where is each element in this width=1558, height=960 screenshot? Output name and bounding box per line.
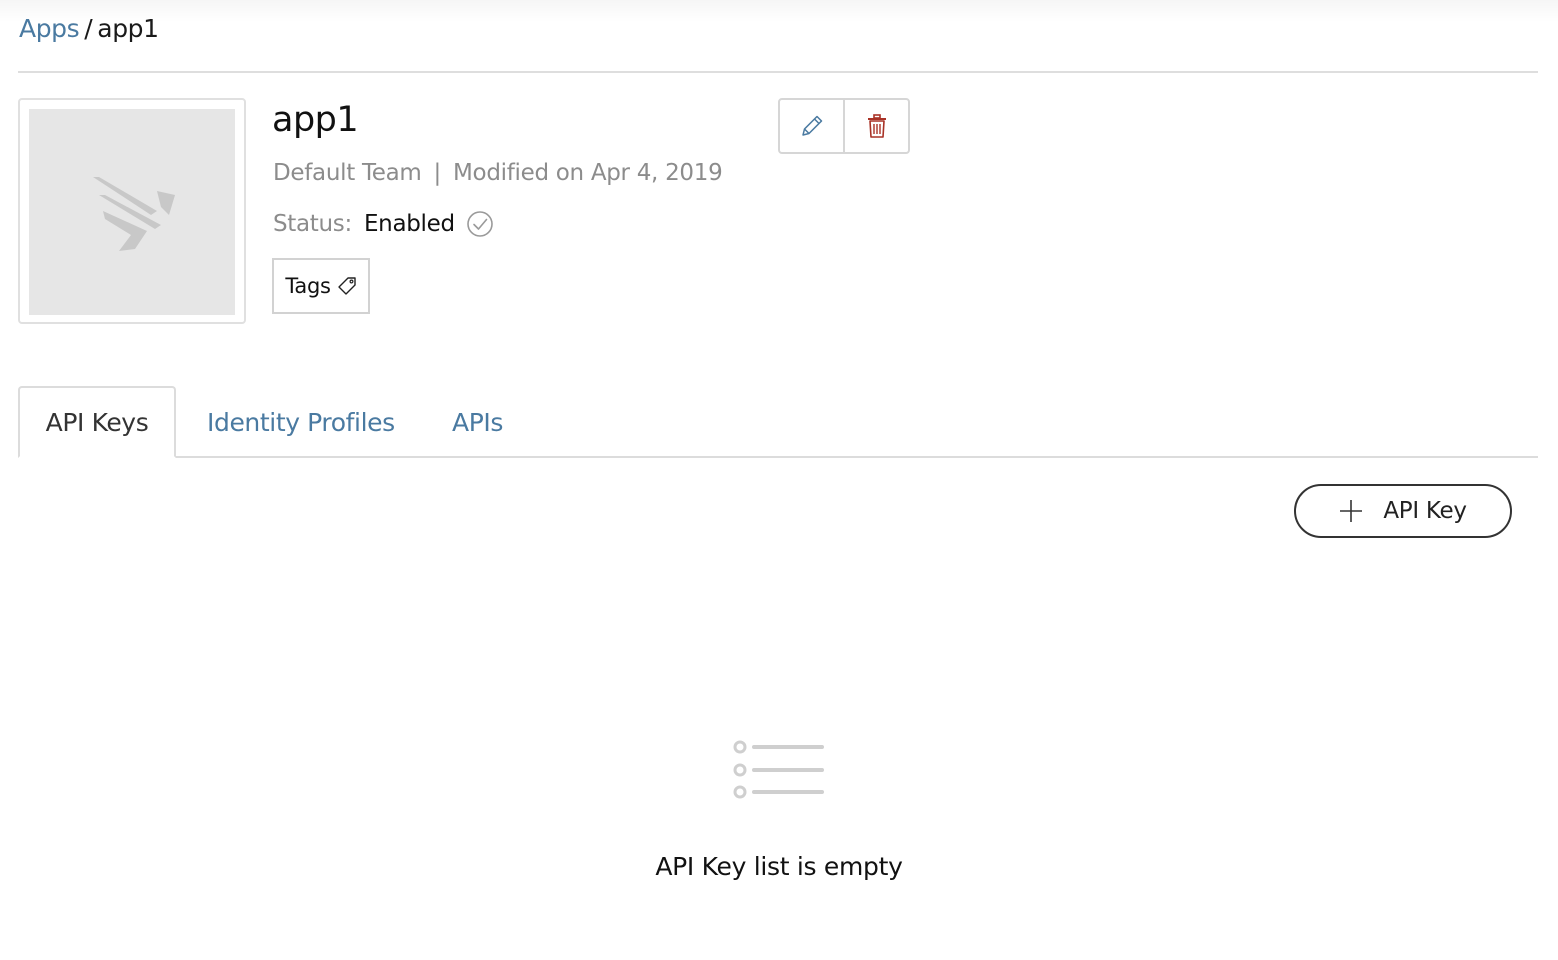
tab-apis[interactable]: APIs — [452, 386, 503, 458]
breadcrumb: Apps / app1 — [19, 14, 159, 43]
check-circle-icon — [466, 211, 493, 237]
app-title: app1 — [272, 100, 359, 140]
add-api-key-label: API Key — [1383, 498, 1467, 524]
status-label: Status: — [273, 211, 352, 237]
tab-identity-profiles[interactable]: Identity Profiles — [207, 386, 395, 458]
add-api-key-button[interactable]: API Key — [1294, 484, 1512, 538]
app-actions — [778, 98, 910, 154]
app-thumbnail-placeholder — [29, 109, 235, 315]
breadcrumb-apps-link[interactable]: Apps — [19, 14, 80, 43]
tag-icon — [337, 277, 356, 295]
edit-button[interactable] — [780, 100, 843, 152]
app-meta: Default Team | Modified on Apr 4, 2019 — [273, 160, 723, 186]
empty-state-message: API Key list is empty — [655, 852, 903, 881]
tags-button[interactable]: Tags — [272, 258, 370, 314]
tags-label: Tags — [285, 274, 331, 298]
pencil-icon — [801, 115, 822, 136]
status-value: Enabled — [363, 211, 455, 237]
header-divider — [18, 71, 1538, 73]
breadcrumb-current: app1 — [97, 14, 159, 43]
top-bar — [0, 0, 1558, 72]
app-thumbnail — [18, 98, 246, 324]
app-placeholder-logo-icon — [93, 177, 175, 251]
tab-api-keys[interactable]: API Keys — [18, 386, 176, 458]
app-modified-date: Modified on Apr 4, 2019 — [453, 160, 723, 186]
status-row: Status: Enabled — [273, 210, 494, 238]
delete-button[interactable] — [843, 100, 908, 152]
meta-separator: | — [433, 160, 442, 186]
trash-icon — [867, 114, 886, 138]
app-team: Default Team — [273, 160, 422, 186]
breadcrumb-separator: / — [84, 14, 93, 43]
list-icon — [733, 740, 824, 799]
tab-bar: API Keys Identity Profiles APIs — [18, 386, 1538, 458]
plus-icon — [1340, 500, 1363, 522]
